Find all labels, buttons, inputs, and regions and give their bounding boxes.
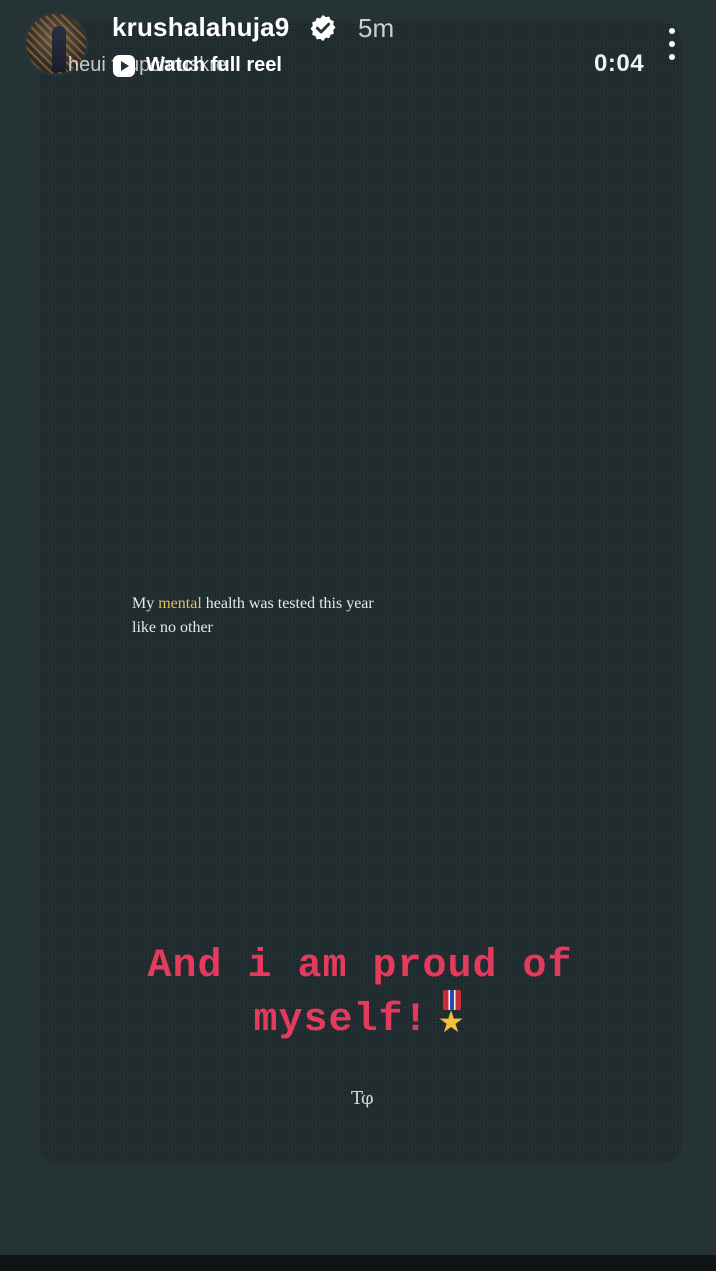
- avatar-figure: [52, 26, 66, 72]
- more-vertical-icon[interactable]: [658, 26, 686, 62]
- verified-badge-icon: [310, 14, 336, 42]
- bottom-bar: [0, 1255, 716, 1271]
- military-medal-icon: ★: [437, 990, 467, 1038]
- username[interactable]: krushalahuja9: [112, 12, 289, 43]
- playback-timer: 0:04: [594, 50, 645, 77]
- creator-watermark: Tφ: [351, 1088, 374, 1109]
- story-timestamp: 5m: [358, 13, 395, 43]
- story-viewer[interactable]: My mental health was tested this year li…: [0, 0, 716, 1255]
- caption-text-start: My: [132, 595, 159, 612]
- watch-full-reel-label: Watch full reel: [146, 54, 282, 76]
- story-header: krushalahuja9 5m heui toupchruskre Watch…: [0, 0, 716, 90]
- sticker-line-2-text: myself!: [253, 998, 429, 1043]
- reel-caption: My mental health was tested this year li…: [132, 592, 392, 640]
- sticker-line-1: And i am proud of: [147, 944, 573, 989]
- text-sticker: And i am proud of myself! ★: [60, 944, 660, 1044]
- watch-full-reel-link[interactable]: heui toupchruskre Watch full reel: [68, 54, 328, 80]
- reels-icon: [113, 55, 135, 77]
- sticker-line-2: myself! ★: [60, 990, 660, 1044]
- caption-highlight: mental: [158, 595, 202, 612]
